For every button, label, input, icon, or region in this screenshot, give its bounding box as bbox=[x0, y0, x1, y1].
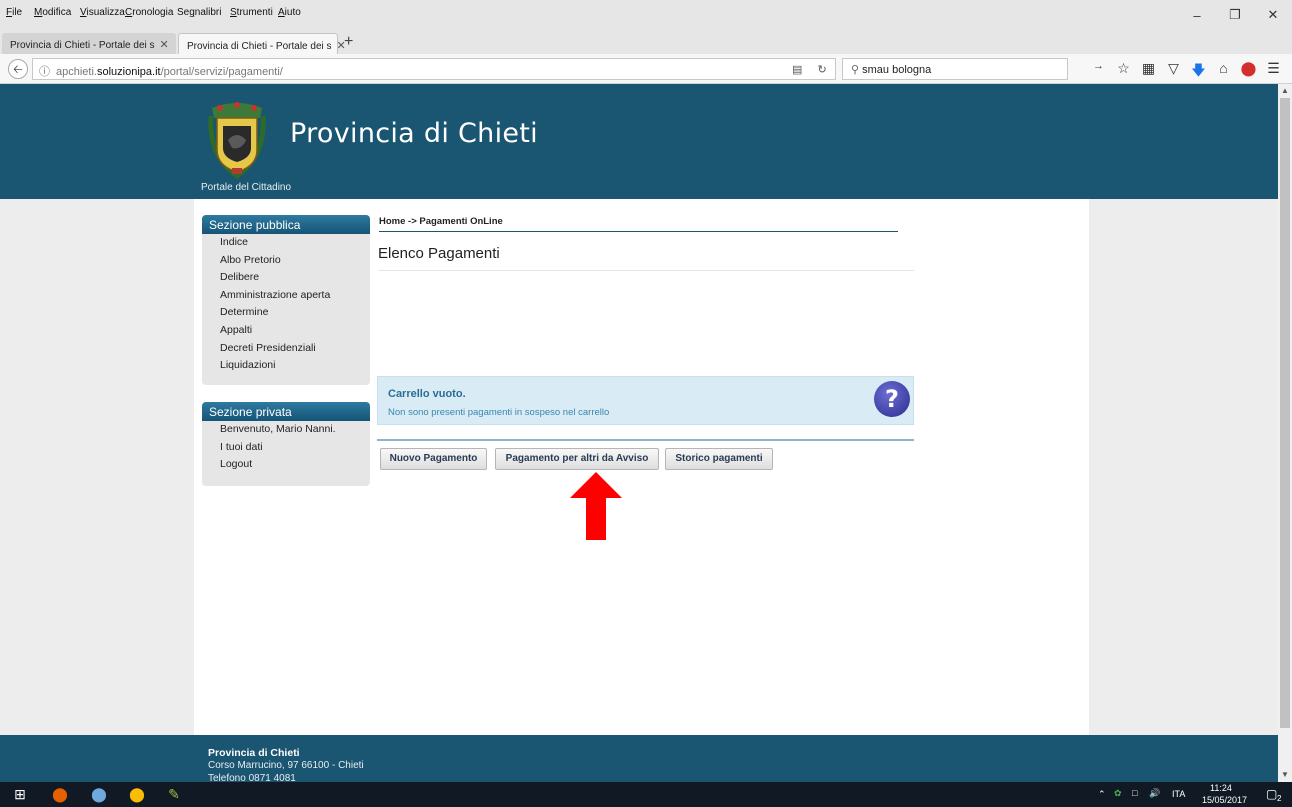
tab-1[interactable]: Provincia di Chieti - Portale dei s ✕ bbox=[2, 33, 176, 54]
url-domain: soluzionipa.it bbox=[96, 66, 161, 78]
breadcrumb[interactable]: Home -> Pagamenti OnLine bbox=[379, 216, 898, 232]
reload-icon[interactable]: ↻ bbox=[817, 64, 826, 76]
site-subtitle: Portale del Cittadino bbox=[201, 182, 292, 193]
new-tab-icon[interactable]: + bbox=[344, 33, 353, 51]
sidebar-item-liquidazioni[interactable]: Liquidazioni bbox=[202, 357, 370, 375]
page-scrollbar[interactable]: ▲ ▼ bbox=[1278, 84, 1292, 782]
close-icon[interactable]: ✕ bbox=[1254, 0, 1292, 30]
sidebar-private-title: Sezione privata bbox=[202, 402, 370, 421]
scroll-down-icon[interactable]: ▼ bbox=[1278, 770, 1292, 779]
clock-time[interactable]: 11:24 bbox=[1210, 783, 1232, 793]
menu-aiuto[interactable]: Aiuto bbox=[278, 7, 301, 18]
search-input[interactable]: ⚲ smau bologna bbox=[842, 58, 1068, 80]
menu-modifica[interactable]: Modifica bbox=[34, 7, 71, 18]
menu-segnalibri[interactable]: Segnalibri bbox=[177, 7, 221, 18]
menu-file[interactable]: File bbox=[6, 7, 22, 18]
sidebar-item-indice[interactable]: Indice bbox=[202, 234, 370, 252]
action-center-icon[interactable]: ▢ bbox=[1266, 787, 1277, 801]
windows-taskbar: ⊞ ⬤ ⬤ ⬤ ✎ ⌃ ✿ □ 🔊 ITA 11:24 15/05/2017 ▢… bbox=[0, 782, 1292, 807]
notification-count: 2 bbox=[1277, 794, 1282, 803]
site-footer: Provincia di Chieti Corso Marrucino, 97 … bbox=[0, 735, 1278, 782]
network-icon[interactable]: □ bbox=[1132, 788, 1137, 798]
close-tab-icon[interactable]: ✕ bbox=[160, 39, 169, 51]
new-payment-button[interactable]: Nuovo Pagamento bbox=[380, 448, 487, 470]
notepad-icon[interactable]: ✎ bbox=[164, 785, 184, 804]
thunderbird-icon[interactable]: ⬤ bbox=[89, 785, 109, 804]
sidebar-private-section: Sezione privata Benvenuto, Mario Nanni. … bbox=[202, 402, 370, 486]
reader-view-icon[interactable]: ▤ bbox=[792, 64, 802, 76]
volume-icon[interactable]: 🔊 bbox=[1149, 788, 1160, 799]
scroll-up-icon[interactable]: ▲ bbox=[1278, 86, 1292, 95]
restore-icon[interactable]: ❐ bbox=[1216, 0, 1254, 30]
system-tray: ⌃ ✿ □ 🔊 ITA 11:24 15/05/2017 ▢ 2 bbox=[1092, 782, 1292, 807]
footer-address: Corso Marrucino, 97 66100 - Chieti bbox=[208, 760, 364, 771]
help-question-icon: ? bbox=[874, 381, 910, 417]
bookmark-star-icon[interactable]: ☆ bbox=[1111, 60, 1136, 84]
info-icon[interactable]: ⓘ bbox=[39, 66, 50, 78]
sidebar-item-decreti-presidenziali[interactable]: Decreti Presidenziali bbox=[202, 340, 370, 358]
footer-name: Provincia di Chieti bbox=[208, 747, 300, 759]
alert-title: Carrello vuoto. bbox=[388, 388, 466, 400]
navigation-bar: 🡠 ⓘ apchieti.soluzionipa.it/portal/serviz… bbox=[0, 54, 1292, 84]
url-prefix: apchieti. bbox=[56, 66, 97, 78]
sidebar-item-albo-pretorio[interactable]: Albo Pretorio bbox=[202, 252, 370, 270]
url-bar[interactable]: ⓘ apchieti.soluzionipa.it/portal/servizi/… bbox=[32, 58, 836, 80]
minimize-icon[interactable]: – bbox=[1178, 0, 1216, 30]
language-indicator[interactable]: ITA bbox=[1172, 789, 1185, 799]
sidebar-item-logout[interactable]: Logout bbox=[202, 456, 370, 474]
tab-2[interactable]: Provincia di Chieti - Portale dei s ✕ bbox=[178, 33, 346, 54]
sidebar-public-section: Sezione pubblica Indice Albo Pretorio De… bbox=[202, 215, 370, 385]
tab-label: Provincia di Chieti - Portale dei s bbox=[187, 41, 332, 52]
home-icon[interactable]: ⌂ bbox=[1211, 60, 1236, 84]
web-page: Provincia di Chieti Portale del Cittadin… bbox=[0, 84, 1278, 782]
show-hidden-icons-icon[interactable]: ⌃ bbox=[1098, 789, 1106, 800]
network-app-icon[interactable]: ✿ bbox=[1114, 788, 1122, 799]
url-actions: ▤ ↻ bbox=[792, 63, 827, 76]
toolbar-icons: → ☆ ▦ ▽ 🡇 ⌂ ⬤ ☰ bbox=[1086, 60, 1286, 84]
province-crest-logo[interactable] bbox=[208, 100, 266, 180]
menu-bar: File Modifica Visualizza Cronologia Segn… bbox=[0, 0, 1292, 30]
menu-cronologia[interactable]: Cronologia bbox=[125, 7, 173, 18]
url-path: /portal/servizi/pagamenti/ bbox=[160, 66, 283, 78]
search-icon: ⚲ bbox=[851, 64, 860, 76]
footer-phone: Telefono 0871 4081 bbox=[208, 773, 296, 782]
tab-label: Provincia di Chieti - Portale dei s bbox=[10, 40, 155, 51]
red-arrow-annotation-icon bbox=[570, 472, 622, 540]
search-value: smau bologna bbox=[862, 64, 932, 76]
page-title: Elenco Pagamenti bbox=[378, 245, 914, 271]
site-title: Provincia di Chieti bbox=[290, 118, 538, 149]
go-arrow-icon[interactable]: → bbox=[1086, 60, 1111, 84]
sidebar-item-amministrazione-aperta[interactable]: Amministrazione aperta bbox=[202, 287, 370, 305]
sidebar-public-title: Sezione pubblica bbox=[202, 215, 370, 234]
menu-visualizza[interactable]: Visualizza bbox=[80, 7, 125, 18]
firefox-icon[interactable]: ⬤ bbox=[50, 785, 70, 804]
clock-date[interactable]: 15/05/2017 bbox=[1202, 795, 1247, 805]
sidebar-item-delibere[interactable]: Delibere bbox=[202, 269, 370, 287]
main-content: Sezione pubblica Indice Albo Pretorio De… bbox=[194, 199, 1089, 735]
hamburger-menu-icon[interactable]: ☰ bbox=[1261, 60, 1286, 84]
adblock-icon[interactable]: ⬤ bbox=[1236, 60, 1261, 84]
downloads-icon[interactable]: 🡇 bbox=[1186, 60, 1211, 84]
divider bbox=[377, 439, 914, 441]
pocket-icon[interactable]: ▽ bbox=[1161, 60, 1186, 84]
alert-text: Non sono presenti pagamenti in sospeso n… bbox=[388, 407, 610, 418]
sidebar-item-tuoi-dati[interactable]: I tuoi dati bbox=[202, 439, 370, 457]
bookmarks-library-icon[interactable]: ▦ bbox=[1136, 60, 1161, 84]
back-icon[interactable]: 🡠 bbox=[8, 59, 28, 79]
site-header: Provincia di Chieti Portale del Cittadin… bbox=[0, 84, 1278, 199]
payment-history-button[interactable]: Storico pagamenti bbox=[665, 448, 773, 470]
welcome-text: Benvenuto, Mario Nanni. bbox=[220, 423, 336, 435]
empty-cart-alert: Carrello vuoto. Non sono presenti pagame… bbox=[377, 376, 914, 425]
sidebar-item-determine[interactable]: Determine bbox=[202, 304, 370, 322]
scrollbar-thumb[interactable] bbox=[1280, 98, 1290, 728]
windows-start-icon[interactable]: ⊞ bbox=[10, 785, 30, 804]
pay-for-others-button[interactable]: Pagamento per altri da Avviso bbox=[495, 448, 659, 470]
chrome-icon[interactable]: ⬤ bbox=[127, 785, 147, 804]
tab-bar: Provincia di Chieti - Portale dei s ✕ Pro… bbox=[0, 30, 1292, 54]
menu-strumenti[interactable]: Strumenti bbox=[230, 7, 273, 18]
sidebar-item-appalti[interactable]: Appalti bbox=[202, 322, 370, 340]
